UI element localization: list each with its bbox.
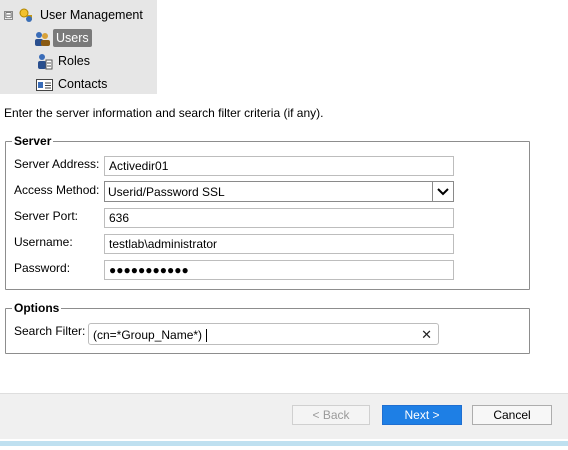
navigation-tree: ⊟ User Management Users Roles Contacts (0, 0, 157, 94)
tree-item-user-management[interactable]: ⊟ User Management (4, 5, 143, 25)
clear-icon[interactable]: ✕ (421, 327, 432, 343)
wizard-footer: < Back Next > Cancel (0, 393, 568, 440)
accent-bar (0, 441, 568, 446)
access-method-value: Userid/Password SSL (108, 185, 225, 199)
password-input[interactable]: ●●●●●●●●●●● (104, 260, 454, 280)
options-group: Options Search Filter: (cn=*Group_Name*)… (5, 301, 530, 354)
tree-label-contacts: Contacts (58, 77, 108, 91)
text-cursor (206, 329, 208, 343)
search-filter-input[interactable]: (cn=*Group_Name*) ✕ (88, 323, 439, 345)
access-method-label: Access Method: (14, 183, 100, 197)
tree-label-user-management: User Management (40, 8, 143, 22)
tree-item-roles[interactable]: Roles (36, 51, 90, 71)
user-management-icon (19, 8, 32, 22)
server-address-label: Server Address: (14, 157, 100, 171)
options-group-title: Options (12, 301, 62, 315)
tree-item-users[interactable]: Users (34, 28, 92, 48)
instruction-text: Enter the server information and search … (4, 106, 324, 120)
server-group-title: Server (12, 134, 54, 148)
next-button[interactable]: Next > (382, 405, 462, 425)
users-icon (35, 31, 50, 46)
username-label: Username: (14, 235, 73, 249)
bottom-strip (0, 439, 568, 450)
password-label: Password: (14, 261, 71, 275)
server-port-label: Server Port: (14, 209, 79, 223)
tree-label-users: Users (53, 29, 92, 47)
tree-label-roles: Roles (58, 54, 90, 68)
server-address-input[interactable]: Activedir01 (104, 156, 454, 176)
search-filter-value: (cn=*Group_Name*) (93, 328, 208, 343)
server-port-input[interactable]: 636 (104, 208, 454, 228)
server-group: Server Server Address: Activedir01 Acces… (5, 134, 530, 290)
collapse-icon[interactable]: ⊟ (4, 10, 13, 20)
tree-item-contacts[interactable]: Contacts (36, 74, 107, 94)
roles-icon (38, 53, 53, 69)
cancel-button[interactable]: Cancel (472, 405, 552, 425)
access-method-select[interactable]: Userid/Password SSL (104, 181, 454, 202)
contacts-icon (36, 78, 53, 91)
chevron-down-icon[interactable] (432, 182, 453, 201)
search-filter-label: Search Filter: (14, 324, 86, 338)
back-button[interactable]: < Back (292, 405, 370, 425)
username-input[interactable]: testlab\administrator (104, 234, 454, 254)
